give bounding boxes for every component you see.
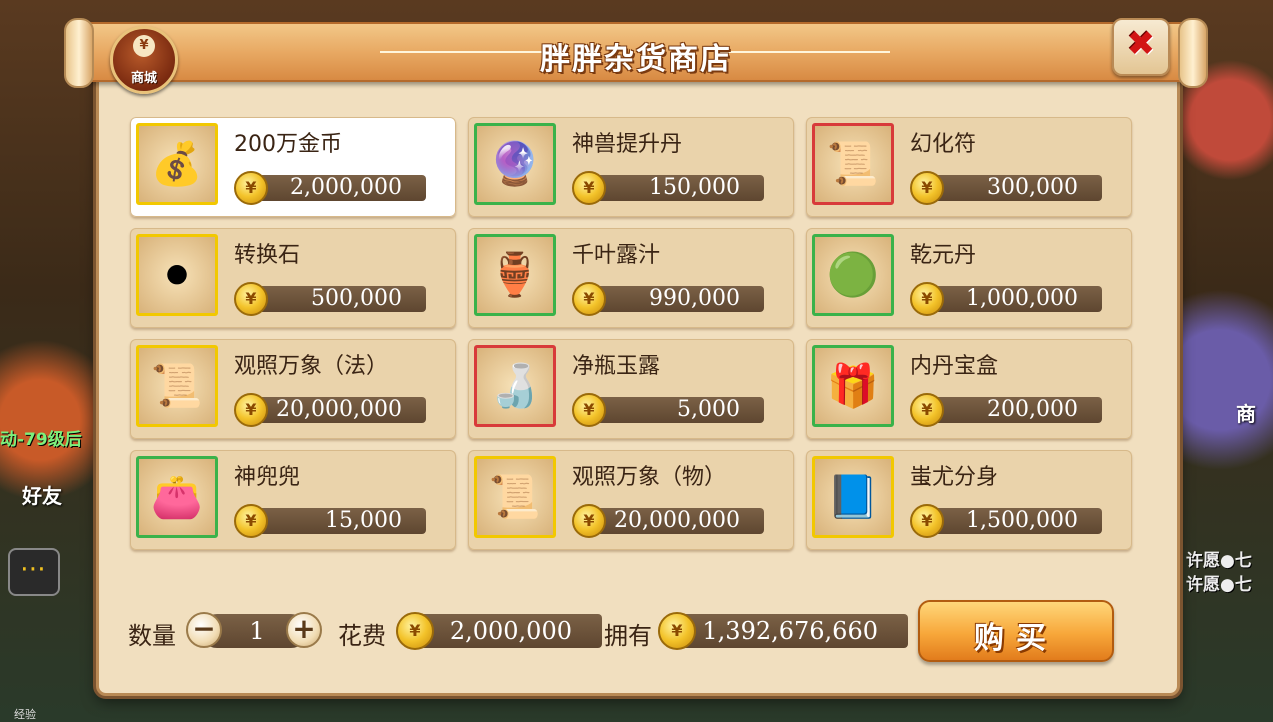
wish-text-2: 许愿●七 (1186, 575, 1252, 595)
shop-item[interactable]: 📜 观照万象（法） 20,000,000 ¥ (130, 339, 456, 439)
item-name: 200万金币 (234, 132, 342, 157)
coin-icon: ¥ (572, 171, 606, 205)
item-name: 乾元丹 (910, 243, 977, 268)
item-price: 20,000,000 (250, 397, 426, 423)
close-button[interactable]: ✖ (1112, 18, 1170, 76)
shop-title: 胖胖杂货商店 (540, 42, 732, 77)
coin-icon: ¥ (133, 35, 155, 57)
cost-value: 2,000,000 (410, 614, 602, 648)
item-price: 300,000 (926, 175, 1102, 201)
mall-badge-icon: ¥ 商城 (110, 26, 178, 94)
item-name: 幻化符 (910, 132, 977, 157)
item-name: 观照万象（物） (572, 465, 727, 490)
owned-label: 拥有 (604, 622, 652, 650)
exp-label: 经验 (14, 708, 36, 721)
scroll-icon: 📜 (136, 345, 218, 427)
quantity-stepper: − 1 + (186, 612, 322, 648)
coin-icon: ¥ (234, 393, 268, 427)
blue-book-icon: 📘 (812, 456, 894, 538)
friend-button[interactable]: 好友 (22, 480, 62, 509)
wish-text-1: 许愿●七 (1186, 551, 1252, 571)
item-price: 20,000,000 (588, 508, 764, 534)
item-name: 神兽提升丹 (572, 132, 683, 157)
item-price: 15,000 (250, 508, 426, 534)
coin-icon: ¥ (572, 504, 606, 538)
buy-button[interactable]: 购买 (918, 600, 1114, 662)
coin-icon: ¥ (234, 171, 268, 205)
pouch-icon: 👛 (136, 456, 218, 538)
shop-item[interactable]: 💰 200万金币 2,000,000 ¥ (130, 117, 456, 217)
coin-icon: ¥ (572, 282, 606, 316)
title-bar: 胖胖杂货商店 (64, 18, 1208, 88)
minus-button[interactable]: − (186, 612, 222, 648)
item-name: 内丹宝盒 (910, 354, 999, 379)
shop-item[interactable]: 🏺 千叶露汁 990,000 ¥ (468, 228, 794, 328)
coin-icon: ¥ (234, 282, 268, 316)
item-price: 150,000 (588, 175, 764, 201)
owned-value: 1,392,676,660 (672, 614, 908, 648)
quantity-label: 数量 (128, 622, 176, 650)
item-price: 5,000 (588, 397, 764, 423)
close-icon: ✖ (1126, 24, 1156, 64)
coin-icon: ¥ (910, 504, 944, 538)
shop-item[interactable]: 👛 神兜兜 15,000 ¥ (130, 450, 456, 550)
item-name: 观照万象（法） (234, 354, 389, 379)
gift-box-icon: 🎁 (812, 345, 894, 427)
coin-icon: ¥ (658, 612, 696, 650)
shop-item[interactable]: 📜 幻化符 300,000 ¥ (806, 117, 1132, 217)
coin-icon: ¥ (396, 612, 434, 650)
item-price: 990,000 (588, 286, 764, 312)
coin-icon: ¥ (234, 504, 268, 538)
crystal-branch-icon: 🔮 (474, 123, 556, 205)
item-price: 500,000 (250, 286, 426, 312)
coin-icon: ¥ (572, 393, 606, 427)
shop-item[interactable]: 🍶 净瓶玉露 5,000 ¥ (468, 339, 794, 439)
buy-button-label: 购买 (974, 621, 1058, 656)
item-name: 千叶露汁 (572, 243, 661, 268)
shop-item[interactable]: ⚫ 转换石 500,000 ¥ (130, 228, 456, 328)
item-name: 转换石 (234, 243, 301, 268)
event-text: 动-79级后 (0, 430, 82, 450)
treasure-chest-icon: 💰 (136, 123, 218, 205)
cost-label: 花费 (338, 622, 386, 650)
shop-item[interactable]: 📘 蚩尤分身 1,500,000 ¥ (806, 450, 1132, 550)
item-price: 1,500,000 (926, 508, 1102, 534)
item-price: 2,000,000 (250, 175, 426, 201)
plus-button[interactable]: + (286, 612, 322, 648)
shop-item[interactable]: 🔮 神兽提升丹 150,000 ¥ (468, 117, 794, 217)
shop-item[interactable]: 🟢 乾元丹 1,000,000 ¥ (806, 228, 1132, 328)
item-price: 1,000,000 (926, 286, 1102, 312)
side-shop-label[interactable]: 商 (1236, 398, 1256, 427)
coin-icon: ¥ (910, 282, 944, 316)
jade-bottle-icon: 🍶 (474, 345, 556, 427)
mall-badge-label: 商城 (130, 71, 157, 86)
coin-icon: ¥ (910, 171, 944, 205)
talisman-icon: 📜 (812, 123, 894, 205)
item-price: 200,000 (926, 397, 1102, 423)
vase-plant-icon: 🏺 (474, 234, 556, 316)
scroll-icon: 📜 (474, 456, 556, 538)
shop-item[interactable]: 🎁 内丹宝盒 200,000 ¥ (806, 339, 1132, 439)
shop-item[interactable]: 📜 观照万象（物） 20,000,000 ¥ (468, 450, 794, 550)
item-name: 蚩尤分身 (910, 465, 999, 490)
dark-orb-icon: ⚫ (136, 234, 218, 316)
quantity-value[interactable]: 1 (240, 614, 274, 648)
green-pill-icon: 🟢 (812, 234, 894, 316)
item-name: 净瓶玉露 (572, 354, 661, 379)
item-name: 神兜兜 (234, 465, 301, 490)
chat-icon[interactable] (8, 548, 60, 596)
coin-icon: ¥ (910, 393, 944, 427)
